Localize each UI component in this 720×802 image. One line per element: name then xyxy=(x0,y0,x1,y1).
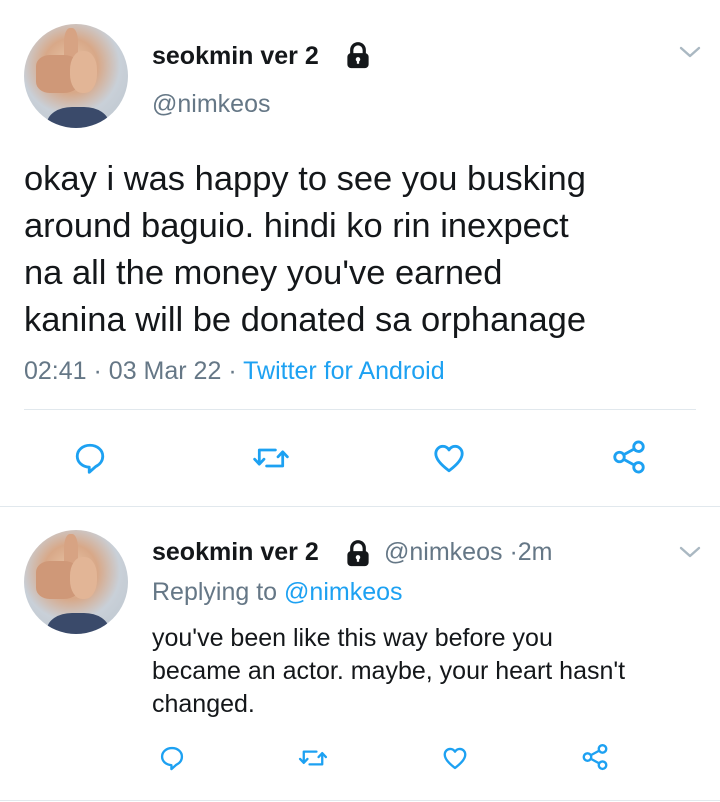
tweet-text: okay i was happy to see you busking arou… xyxy=(24,156,704,344)
meta-separator: · xyxy=(93,357,102,385)
like-icon[interactable] xyxy=(440,744,470,772)
tweet-text-line: na all the money you've earned xyxy=(24,254,503,292)
retweet-icon[interactable] xyxy=(252,440,290,476)
retweet-icon[interactable] xyxy=(298,744,328,772)
lock-icon xyxy=(343,538,373,568)
author-handle[interactable]: @nimkeos xyxy=(152,90,270,119)
tweet-text-line: around baguio. hindi ko rin inexpect xyxy=(24,207,569,245)
share-icon[interactable] xyxy=(610,438,648,476)
meta-separator: · xyxy=(228,357,237,385)
tweet-age: 2m xyxy=(517,538,553,566)
tweet-date[interactable]: 03 Mar 22 xyxy=(109,357,222,385)
avatar[interactable] xyxy=(24,530,128,634)
reply-text-line: became an actor. maybe, your heart hasn'… xyxy=(152,657,626,685)
reply-header: seokmin ver 2 xyxy=(152,538,319,567)
reply-text-line: you've been like this way before you xyxy=(152,624,553,652)
tweet-meta: 02:41 · 03 Mar 22 · Twitter for Android xyxy=(24,357,445,386)
lock-icon xyxy=(343,40,373,70)
author-name[interactable]: seokmin ver 2 xyxy=(152,42,319,71)
meta-separator: · xyxy=(509,538,518,566)
tweet-source[interactable]: Twitter for Android xyxy=(243,357,444,385)
avatar[interactable] xyxy=(24,24,128,128)
divider xyxy=(0,506,720,507)
reply-text-line: changed. xyxy=(152,690,255,718)
replying-to-label: Replying to xyxy=(152,578,278,606)
author-name[interactable]: seokmin ver 2 xyxy=(152,538,319,566)
like-icon[interactable] xyxy=(430,440,468,476)
chevron-down-icon[interactable] xyxy=(678,544,702,560)
share-icon[interactable] xyxy=(580,742,610,772)
tweet-text-line: kanina will be donated sa orphanage xyxy=(24,301,587,339)
reply-text: you've been like this way before you bec… xyxy=(152,622,625,721)
chevron-down-icon[interactable] xyxy=(678,44,702,60)
reply-icon[interactable] xyxy=(72,440,108,476)
replying-to-handle[interactable]: @nimkeos xyxy=(284,578,402,606)
author-handle[interactable]: @nimkeos xyxy=(384,538,502,566)
reply-meta: @nimkeos ·2m xyxy=(384,538,553,567)
replying-to: Replying to @nimkeos xyxy=(152,578,403,607)
divider xyxy=(0,800,720,801)
tweet-text-line: okay i was happy to see you busking xyxy=(24,160,586,198)
divider xyxy=(24,409,696,410)
reply-icon[interactable] xyxy=(158,744,186,772)
tweet-time[interactable]: 02:41 xyxy=(24,357,87,385)
